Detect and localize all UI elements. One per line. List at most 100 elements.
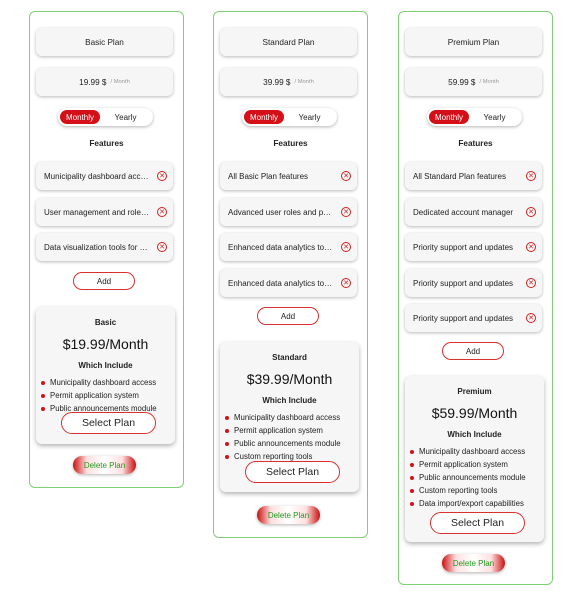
feature-item[interactable]: Municipality dashboard access ✕ xyxy=(36,162,173,190)
feature-text: Priority support and updates xyxy=(413,313,514,323)
close-circle-icon[interactable]: ✕ xyxy=(157,171,167,181)
close-circle-icon[interactable]: ✕ xyxy=(526,278,536,288)
close-circle-icon[interactable]: ✕ xyxy=(526,242,536,252)
card-includes-heading: Which Include xyxy=(262,396,317,405)
card-plan-price: $59.99/Month xyxy=(431,405,518,421)
feature-text: All Standard Plan features xyxy=(413,171,506,181)
list-item: Permit application system xyxy=(224,424,359,437)
list-item: Permit application system xyxy=(409,458,544,471)
toggle-yearly[interactable]: Yearly xyxy=(469,110,520,124)
plan-name-field[interactable]: Premium Plan xyxy=(405,28,542,56)
delete-plan-button[interactable]: Delete Plan xyxy=(442,554,505,572)
plan-name-text: Standard Plan xyxy=(262,37,315,47)
list-item: Municipality dashboard access xyxy=(409,445,544,458)
plan-price-amount: 39.99 $ xyxy=(263,77,291,87)
plan-name-field[interactable]: Basic Plan xyxy=(36,28,173,56)
toggle-monthly[interactable]: Monthly xyxy=(244,110,284,124)
feature-item[interactable]: Priority support and updates ✕ xyxy=(405,233,542,261)
close-circle-icon[interactable]: ✕ xyxy=(341,242,351,252)
feature-item[interactable]: User management and role assignment ✕ xyxy=(36,198,173,226)
list-item: Municipality dashboard access xyxy=(40,376,175,389)
add-feature-button[interactable]: Add xyxy=(257,307,319,325)
features-heading: Features xyxy=(273,139,308,148)
feature-text: Enhanced data analytics toolkit xyxy=(228,242,333,252)
list-item: Data import/export capabilities xyxy=(409,497,544,510)
select-plan-button[interactable]: Select Plan xyxy=(430,512,525,534)
toggle-monthly[interactable]: Monthly xyxy=(429,110,469,124)
feature-text: Municipality dashboard access xyxy=(44,171,149,181)
feature-item[interactable]: Priority support and updates ✕ xyxy=(405,269,542,297)
plan-price-period: / Month xyxy=(479,79,499,85)
plan-column-premium: Premium Plan 59.99 $ / Month Monthly Year… xyxy=(398,11,553,585)
plan-price-field[interactable]: 39.99 $ / Month xyxy=(220,68,357,96)
list-item: Public announcements module xyxy=(224,437,359,450)
list-item: Permit application system xyxy=(40,389,175,402)
card-includes-heading: Which Include xyxy=(447,430,502,439)
card-plan-name: Standard xyxy=(272,353,307,362)
feature-item[interactable]: Advanced user roles and permissions ✕ xyxy=(220,198,357,226)
feature-item[interactable]: Priority support and updates ✕ xyxy=(405,304,542,332)
billing-toggle[interactable]: Monthly Yearly xyxy=(58,108,153,126)
add-feature-button[interactable]: Add xyxy=(442,342,504,360)
plan-price-period: / Month xyxy=(294,79,314,85)
delete-plan-button[interactable]: Delete Plan xyxy=(257,506,320,524)
close-circle-icon[interactable]: ✕ xyxy=(341,207,351,217)
card-include-list: Municipality dashboard access Permit app… xyxy=(36,376,175,415)
toggle-monthly[interactable]: Monthly xyxy=(60,110,100,124)
feature-text: Enhanced data analytics toolkit xyxy=(228,278,333,288)
feature-text: Priority support and updates xyxy=(413,278,514,288)
feature-item[interactable]: All Standard Plan features ✕ xyxy=(405,162,542,190)
close-circle-icon[interactable]: ✕ xyxy=(526,171,536,181)
features-heading: Features xyxy=(458,139,493,148)
plan-price-field[interactable]: 59.99 $ / Month xyxy=(405,68,542,96)
feature-text: User management and role assignment xyxy=(44,207,149,217)
close-circle-icon[interactable]: ✕ xyxy=(341,278,351,288)
list-item: Public announcements module xyxy=(409,471,544,484)
card-plan-name: Premium xyxy=(457,387,492,396)
billing-toggle[interactable]: Monthly Yearly xyxy=(242,108,337,126)
plan-column-standard: Standard Plan 39.99 $ / Month Monthly Yea… xyxy=(213,11,368,538)
feature-text: All Basic Plan features xyxy=(228,171,309,181)
plan-price-amount: 59.99 $ xyxy=(448,77,476,87)
toggle-yearly[interactable]: Yearly xyxy=(100,110,151,124)
features-heading: Features xyxy=(89,139,124,148)
card-include-list: Municipality dashboard access Permit app… xyxy=(220,411,359,463)
select-plan-button[interactable]: Select Plan xyxy=(245,461,340,483)
plan-summary-card: Premium $59.99/Month Which Include Munic… xyxy=(405,376,544,542)
feature-item[interactable]: All Basic Plan features ✕ xyxy=(220,162,357,190)
feature-item[interactable]: Enhanced data analytics toolkit ✕ xyxy=(220,269,357,297)
add-feature-button[interactable]: Add xyxy=(73,272,135,290)
toggle-yearly[interactable]: Yearly xyxy=(284,110,335,124)
billing-toggle[interactable]: Monthly Yearly xyxy=(427,108,522,126)
select-plan-button[interactable]: Select Plan xyxy=(61,412,156,434)
plan-name-text: Premium Plan xyxy=(447,37,500,47)
plan-name-text: Basic Plan xyxy=(85,37,124,47)
card-plan-price: $39.99/Month xyxy=(246,371,333,387)
plan-column-basic: Basic Plan 19.99 $ / Month Monthly Yearly… xyxy=(29,11,184,488)
close-circle-icon[interactable]: ✕ xyxy=(157,207,167,217)
close-circle-icon[interactable]: ✕ xyxy=(157,242,167,252)
feature-text: Dedicated account manager xyxy=(413,207,514,217)
list-item: Custom reporting tools xyxy=(409,484,544,497)
feature-item[interactable]: Data visualization tools for reports ✕ xyxy=(36,233,173,261)
feature-text: Priority support and updates xyxy=(413,242,514,252)
close-circle-icon[interactable]: ✕ xyxy=(341,171,351,181)
close-circle-icon[interactable]: ✕ xyxy=(526,207,536,217)
feature-text: Data visualization tools for reports xyxy=(44,242,149,252)
plan-price-period: / Month xyxy=(110,79,130,85)
plan-summary-card: Standard $39.99/Month Which Include Muni… xyxy=(220,342,359,492)
card-include-list: Municipality dashboard access Permit app… xyxy=(405,445,544,510)
plan-price-amount: 19.99 $ xyxy=(79,77,107,87)
plan-name-field[interactable]: Standard Plan xyxy=(220,28,357,56)
feature-item[interactable]: Dedicated account manager ✕ xyxy=(405,198,542,226)
plan-price-field[interactable]: 19.99 $ / Month xyxy=(36,68,173,96)
card-plan-name: Basic xyxy=(94,318,117,327)
card-includes-heading: Which Include xyxy=(78,361,133,370)
close-circle-icon[interactable]: ✕ xyxy=(526,313,536,323)
list-item: Municipality dashboard access xyxy=(224,411,359,424)
card-plan-price: $19.99/Month xyxy=(62,336,149,352)
feature-item[interactable]: Enhanced data analytics toolkit ✕ xyxy=(220,233,357,261)
delete-plan-button[interactable]: Delete Plan xyxy=(73,456,136,474)
feature-text: Advanced user roles and permissions xyxy=(228,207,333,217)
plan-summary-card: Basic $19.99/Month Which Include Municip… xyxy=(36,307,175,444)
